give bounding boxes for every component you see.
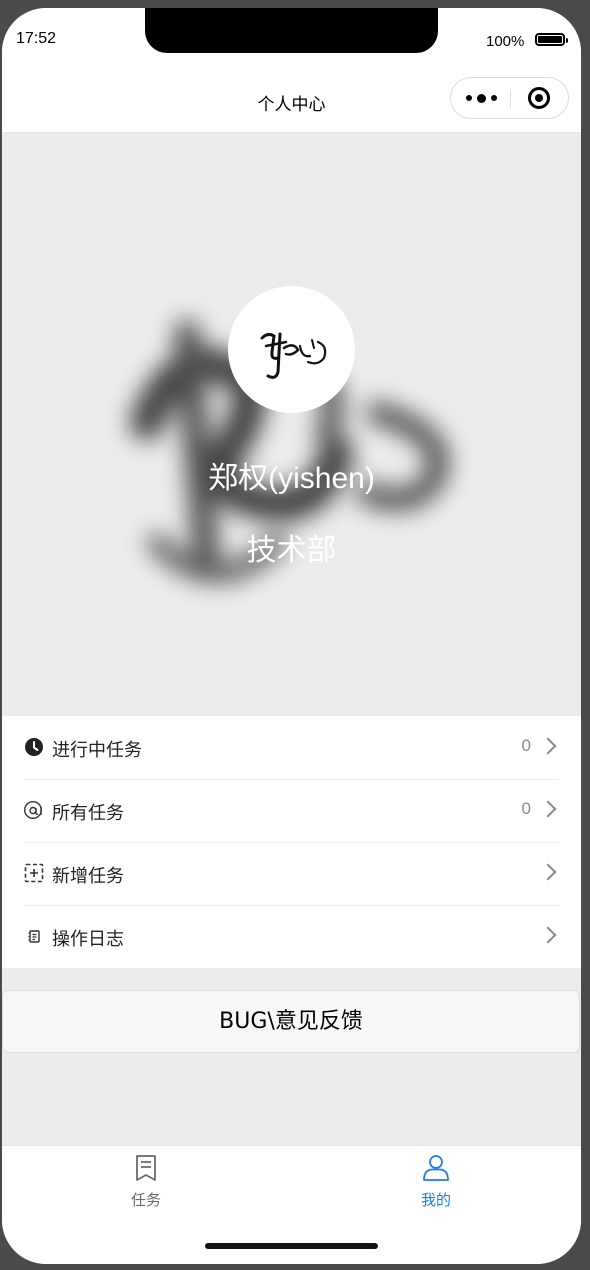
- tab-mine[interactable]: 我的: [376, 1154, 496, 1210]
- menu-item-in-progress-tasks[interactable]: 进行中任务 0: [2, 716, 581, 779]
- phone-screen: 17:52 100% 个人中心 郑权(yishen) 技术部 进行中任务 0 所…: [2, 8, 581, 1264]
- menu-item-label: 进行中任务: [52, 740, 142, 761]
- miniprogram-capsule: [450, 77, 569, 119]
- menu-item-label: 新增任务: [52, 866, 124, 887]
- navigation-bar: 个人中心: [2, 72, 581, 133]
- add-square-icon: [24, 863, 44, 883]
- avatar[interactable]: [228, 286, 355, 413]
- device-notch: [145, 8, 438, 53]
- clock-icon: [25, 738, 43, 756]
- menu-item-label: 操作日志: [52, 929, 124, 950]
- calligraphy-signature-image: [260, 332, 327, 379]
- tab-label: 任务: [130, 1191, 161, 1209]
- menu-item-label: 所有任务: [52, 803, 124, 824]
- chevron-right-icon: [539, 737, 557, 755]
- user-department: 技术部: [246, 533, 337, 568]
- task-count: 0: [521, 736, 531, 755]
- chevron-right-icon: [539, 800, 557, 818]
- more-options-icon[interactable]: [463, 88, 499, 108]
- status-time: 17:52: [16, 30, 57, 47]
- close-miniprogram-icon[interactable]: [528, 87, 550, 109]
- document-icon: [136, 1155, 156, 1181]
- capsule-divider: [510, 89, 511, 108]
- log-icon: [28, 930, 40, 943]
- user-name: 郑权(yishen): [208, 462, 375, 495]
- chevron-right-icon: [539, 863, 557, 881]
- task-count: 0: [521, 799, 531, 818]
- tab-tasks[interactable]: 任务: [86, 1154, 206, 1210]
- person-icon: [423, 1155, 449, 1181]
- feedback-button[interactable]: BUG\意见反馈: [2, 990, 580, 1053]
- battery-icon: [535, 33, 568, 46]
- battery-percent: 100%: [486, 33, 525, 50]
- home-indicator: [205, 1243, 378, 1249]
- profile-header: 郑权(yishen) 技术部: [2, 133, 581, 716]
- chevron-right-icon: [539, 926, 557, 944]
- at-icon: [24, 801, 42, 819]
- menu-list: 进行中任务 0 所有任务 0 新增任务 操作日志: [2, 716, 581, 968]
- menu-item-new-task[interactable]: 新增任务: [2, 842, 581, 905]
- menu-item-all-tasks[interactable]: 所有任务 0: [2, 779, 581, 842]
- menu-item-operation-log[interactable]: 操作日志: [2, 905, 581, 968]
- tab-label: 我的: [420, 1191, 451, 1209]
- status-bar: 17:52 100%: [2, 8, 581, 72]
